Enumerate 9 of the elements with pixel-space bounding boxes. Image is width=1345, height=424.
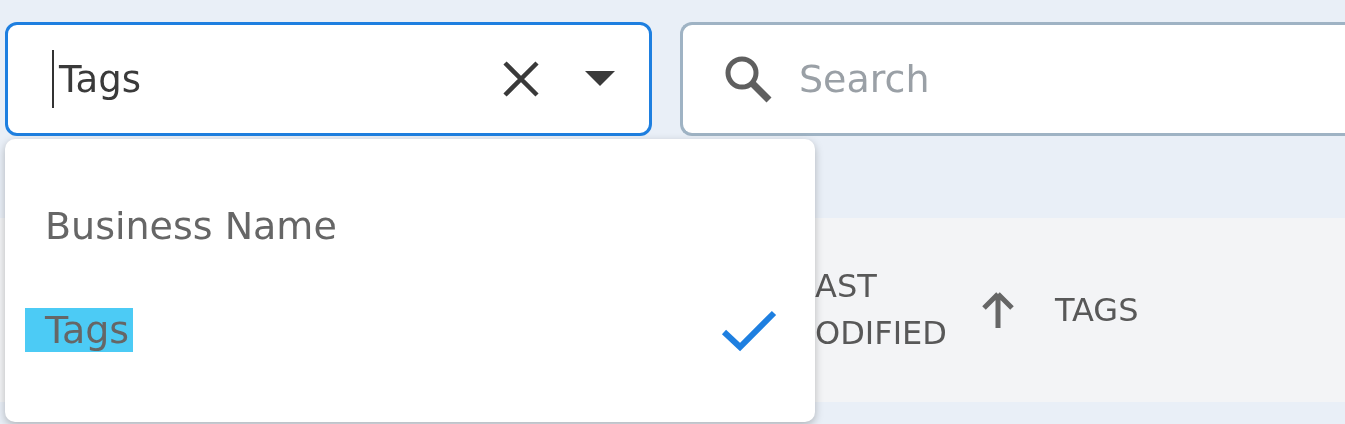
close-icon[interactable] — [501, 59, 541, 99]
column-header[interactable]: TAGS — [1054, 286, 1139, 334]
filter-select-field[interactable]: Tags — [5, 22, 652, 136]
column-header[interactable]: AST ODIFIED — [815, 263, 947, 357]
sort-up-icon[interactable] — [980, 292, 1015, 328]
search-field[interactable]: Search — [680, 22, 1345, 136]
menu-option[interactable]: Business Name — [5, 174, 815, 278]
caret-icon[interactable] — [585, 71, 615, 87]
text-cursor — [52, 50, 54, 108]
